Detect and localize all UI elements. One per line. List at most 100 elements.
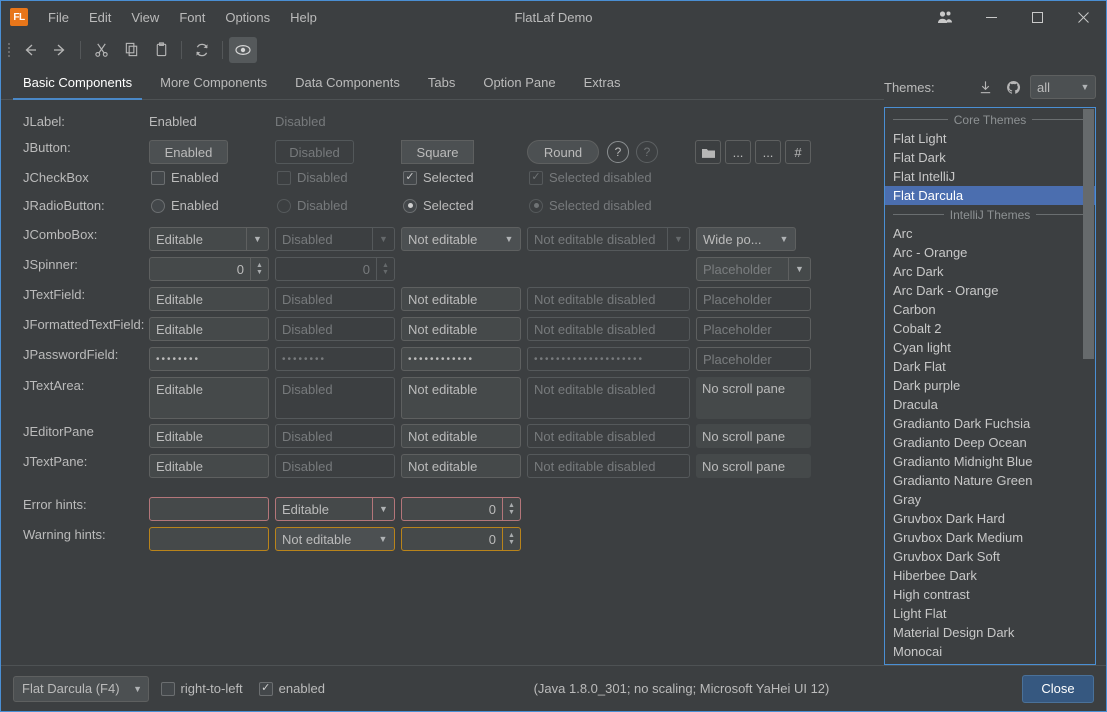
combobox-editable[interactable]: Editable ▼ bbox=[149, 227, 269, 251]
help-button[interactable]: ? bbox=[607, 141, 629, 163]
theme-item-dark-purple[interactable]: Dark purple bbox=[885, 376, 1095, 395]
menu-item-options[interactable]: Options bbox=[215, 7, 280, 28]
cut-icon[interactable] bbox=[87, 37, 115, 63]
theme-item-flat-intellij[interactable]: Flat IntelliJ bbox=[885, 167, 1095, 186]
paste-icon[interactable] bbox=[147, 37, 175, 63]
refresh-icon[interactable] bbox=[188, 37, 216, 63]
enabled-checkbox[interactable]: ✓ enabled bbox=[258, 681, 325, 696]
users-icon[interactable] bbox=[922, 1, 968, 33]
error-spinner[interactable]: 0 ▲ ▼ bbox=[401, 497, 521, 521]
preview-eye-icon[interactable] bbox=[229, 36, 257, 63]
theme-item-gruvbox-dark-medium[interactable]: Gruvbox Dark Medium bbox=[885, 528, 1095, 547]
theme-item-gradianto-nature-green[interactable]: Gradianto Nature Green bbox=[885, 471, 1095, 490]
editorpane-not-editable[interactable]: Not editable bbox=[401, 424, 521, 448]
theme-item-hiberbee-dark[interactable]: Hiberbee Dark bbox=[885, 566, 1095, 585]
passwordfield-editable[interactable]: •••••••• bbox=[149, 347, 269, 371]
ellipsis-button-2[interactable]: ... bbox=[755, 140, 781, 164]
textarea-editable[interactable]: Editable bbox=[149, 377, 269, 419]
tab-option-pane[interactable]: Option Pane bbox=[469, 66, 569, 99]
chevron-down-icon[interactable]: ▼ bbox=[246, 228, 268, 250]
maximize-button[interactable] bbox=[1014, 1, 1060, 33]
theme-item-cobalt-2[interactable]: Cobalt 2 bbox=[885, 319, 1095, 338]
chevron-down-icon[interactable]: ▼ bbox=[128, 684, 148, 694]
menu-item-font[interactable]: Font bbox=[169, 7, 215, 28]
tab-data-components[interactable]: Data Components bbox=[281, 66, 414, 99]
themes-filter-select[interactable]: all ▼ bbox=[1030, 75, 1096, 99]
checkbox-selected[interactable]: ✓ Selected bbox=[403, 170, 474, 185]
theme-item-gruvbox-dark-soft[interactable]: Gruvbox Dark Soft bbox=[885, 547, 1095, 566]
rtl-checkbox[interactable]: right-to-left bbox=[160, 681, 243, 696]
spinner-stepper[interactable]: ▲ ▼ bbox=[502, 498, 520, 520]
themes-scrollbar-thumb[interactable] bbox=[1083, 109, 1094, 359]
tab-more-components[interactable]: More Components bbox=[146, 66, 281, 99]
theme-item-carbon[interactable]: Carbon bbox=[885, 300, 1095, 319]
radio-enabled[interactable]: Enabled bbox=[151, 198, 219, 213]
toolbar-grip[interactable] bbox=[5, 41, 13, 59]
menu-item-edit[interactable]: Edit bbox=[79, 7, 121, 28]
textpane-not-editable[interactable]: Not editable bbox=[401, 454, 521, 478]
error-combobox[interactable]: Editable ▼ bbox=[275, 497, 395, 521]
theme-item-dark-flat[interactable]: Dark Flat bbox=[885, 357, 1095, 376]
error-textfield[interactable] bbox=[149, 497, 269, 521]
textpane-editable[interactable]: Editable bbox=[149, 454, 269, 478]
tab-basic-components[interactable]: Basic Components bbox=[9, 66, 146, 100]
combobox-placeholder[interactable]: Placeholder ▼ bbox=[696, 257, 811, 281]
textarea-no-scroll-pane[interactable]: No scroll pane bbox=[696, 377, 811, 419]
menu-item-help[interactable]: Help bbox=[280, 7, 327, 28]
themes-scrollbar[interactable] bbox=[1083, 109, 1094, 663]
close-window-button[interactable] bbox=[1060, 1, 1106, 33]
formattedtextfield-editable[interactable]: Editable bbox=[149, 317, 269, 341]
theme-item-flat-darcula[interactable]: Flat Darcula bbox=[885, 186, 1095, 205]
hash-button[interactable]: # bbox=[785, 140, 811, 164]
minimize-button[interactable] bbox=[968, 1, 1014, 33]
editorpane-no-scroll-pane[interactable]: No scroll pane bbox=[696, 424, 811, 448]
combobox-wide-popup[interactable]: Wide po... ▼ bbox=[696, 227, 796, 251]
passwordfield-not-editable[interactable]: •••••••••••• bbox=[401, 347, 521, 371]
tab-extras[interactable]: Extras bbox=[570, 66, 635, 99]
textfield-not-editable[interactable]: Not editable bbox=[401, 287, 521, 311]
chevron-down-icon[interactable]: ▼ bbox=[773, 228, 795, 250]
theme-item-gray[interactable]: Gray bbox=[885, 490, 1095, 509]
folder-icon-button[interactable] bbox=[695, 140, 721, 164]
theme-item-arc-dark-orange[interactable]: Arc Dark - Orange bbox=[885, 281, 1095, 300]
textarea-not-editable[interactable]: Not editable bbox=[401, 377, 521, 419]
spinner-enabled[interactable]: 0 ▲ ▼ bbox=[149, 257, 269, 281]
copy-icon[interactable] bbox=[117, 37, 145, 63]
chevron-down-icon[interactable]: ▼ bbox=[788, 258, 810, 280]
button-enabled[interactable]: Enabled bbox=[149, 140, 228, 164]
theme-item-material-design-dark[interactable]: Material Design Dark bbox=[885, 623, 1095, 642]
radio-selected[interactable]: Selected bbox=[403, 198, 474, 213]
theme-quick-select[interactable]: Flat Darcula (F4) ▼ bbox=[13, 675, 149, 702]
textfield-editable[interactable]: Editable bbox=[149, 287, 269, 311]
theme-item-dracula[interactable]: Dracula bbox=[885, 395, 1095, 414]
theme-item-arc[interactable]: Arc bbox=[885, 224, 1095, 243]
spinner-stepper[interactable]: ▲ ▼ bbox=[250, 258, 268, 280]
editorpane-editable[interactable]: Editable bbox=[149, 424, 269, 448]
checkbox-enabled[interactable]: Enabled bbox=[151, 170, 219, 185]
formattedtextfield-not-editable[interactable]: Not editable bbox=[401, 317, 521, 341]
github-icon[interactable] bbox=[1002, 76, 1024, 98]
close-button[interactable]: Close bbox=[1022, 674, 1094, 703]
theme-item-high-contrast[interactable]: High contrast bbox=[885, 585, 1095, 604]
ellipsis-button-1[interactable]: ... bbox=[725, 140, 751, 164]
theme-item-gruvbox-dark-hard[interactable]: Gruvbox Dark Hard bbox=[885, 509, 1095, 528]
theme-item-arc-dark[interactable]: Arc Dark bbox=[885, 262, 1095, 281]
textpane-no-scroll-pane[interactable]: No scroll pane bbox=[696, 454, 811, 478]
chevron-down-icon[interactable]: ▼ bbox=[372, 498, 394, 520]
theme-item-cyan-light[interactable]: Cyan light bbox=[885, 338, 1095, 357]
textfield-placeholder[interactable]: Placeholder bbox=[696, 287, 811, 311]
chevron-down-icon[interactable]: ▼ bbox=[372, 528, 394, 550]
theme-item-gradianto-dark-fuchsia[interactable]: Gradianto Dark Fuchsia bbox=[885, 414, 1095, 433]
formattedtextfield-placeholder[interactable]: Placeholder bbox=[696, 317, 811, 341]
theme-item-flat-light[interactable]: Flat Light bbox=[885, 129, 1095, 148]
tab-tabs[interactable]: Tabs bbox=[414, 66, 469, 99]
theme-item-gradianto-deep-ocean[interactable]: Gradianto Deep Ocean bbox=[885, 433, 1095, 452]
theme-item-gradianto-midnight-blue[interactable]: Gradianto Midnight Blue bbox=[885, 452, 1095, 471]
themes-list[interactable]: Core Themes Flat Light Flat Dark Flat In… bbox=[884, 107, 1096, 665]
button-square[interactable]: Square bbox=[401, 140, 474, 164]
chevron-down-icon[interactable]: ▼ bbox=[498, 228, 520, 250]
chevron-down-icon[interactable]: ▼ bbox=[1075, 82, 1095, 92]
passwordfield-placeholder[interactable]: Placeholder bbox=[696, 347, 811, 371]
theme-item-arc-orange[interactable]: Arc - Orange bbox=[885, 243, 1095, 262]
combobox-not-editable[interactable]: Not editable ▼ bbox=[401, 227, 521, 251]
